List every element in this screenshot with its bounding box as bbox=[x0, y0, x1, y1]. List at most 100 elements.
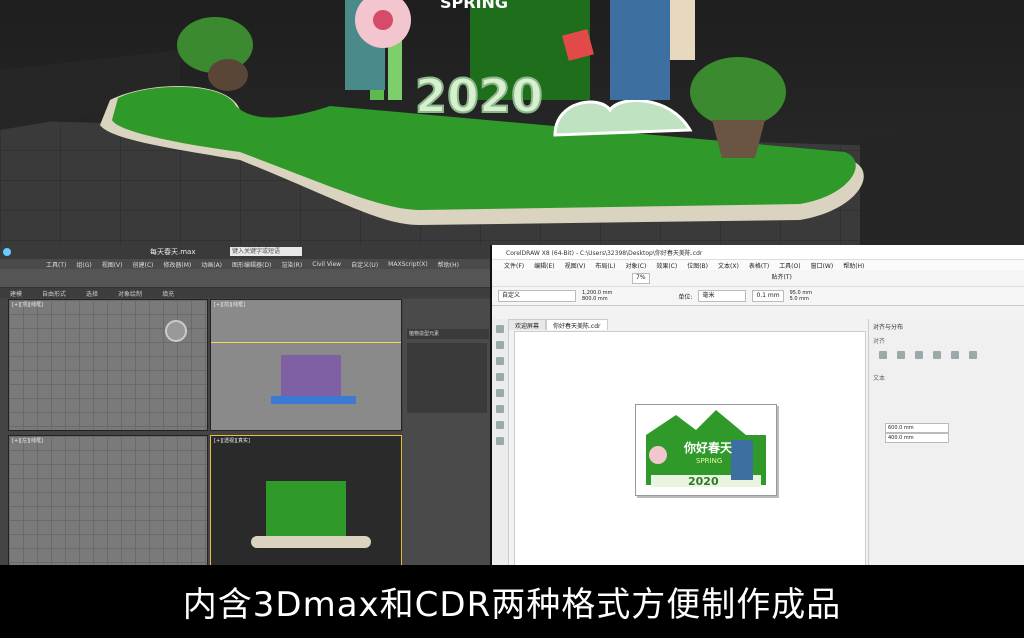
max-titlebar: 每天春天.max 键入关键字或短语 bbox=[0, 245, 490, 259]
max-modifier-list[interactable] bbox=[407, 343, 487, 413]
viewport-perspective[interactable]: [+][透视][真实] bbox=[210, 435, 402, 565]
cdr-position-x-field[interactable]: 600.0 mm bbox=[885, 423, 949, 433]
max-menu-customize[interactable]: 自定义(U) bbox=[351, 260, 378, 269]
cdr-titlebar: CorelDRAW X8 (64-Bit) - C:\Users\32398\D… bbox=[492, 245, 1024, 260]
max-menu-tools[interactable]: 工具(T) bbox=[46, 260, 66, 269]
max-menu-graph-editors[interactable]: 图形编辑器(D) bbox=[232, 260, 271, 269]
cdr-standard-toolbar: 7% 贴齐(T) bbox=[492, 270, 1024, 287]
cdr-menu-layout[interactable]: 布局(L) bbox=[595, 261, 615, 270]
cdr-property-bar: 自定义 1,200.0 mm 800.0 mm 单位: 毫米 0.1 mm 95… bbox=[492, 287, 1024, 306]
freehand-tool-icon[interactable] bbox=[496, 389, 504, 397]
cdr-menu-bitmaps[interactable]: 位图(B) bbox=[687, 261, 708, 270]
align-top-icon[interactable] bbox=[933, 351, 941, 359]
cdr-menu-object[interactable]: 对象(C) bbox=[625, 261, 646, 270]
cdr-docker-text-label: 文本 bbox=[873, 375, 886, 382]
cdr-toolbox bbox=[492, 319, 509, 565]
cdr-artwork[interactable]: 你好春天 SPRING 2020 bbox=[636, 405, 776, 495]
max-ribbon-object-paint[interactable]: 对象绘制 bbox=[118, 289, 142, 298]
cdr-units-label: 单位: bbox=[678, 293, 693, 301]
cdr-menu-text[interactable]: 文本(X) bbox=[718, 261, 739, 270]
text-tool-icon[interactable] bbox=[496, 437, 504, 445]
max-ribbon-modeling[interactable]: 建模 bbox=[10, 289, 22, 298]
tab-document[interactable]: 你好春天美陈.cdr bbox=[546, 319, 608, 330]
max-app-icon[interactable] bbox=[3, 248, 11, 256]
viewport-left-label[interactable]: [+][左][线框] bbox=[12, 437, 43, 444]
hero-year: 2020 bbox=[415, 69, 543, 123]
cdr-menu-effects[interactable]: 效果(C) bbox=[656, 261, 677, 270]
viewport-top-label[interactable]: [+][顶][线框] bbox=[12, 301, 43, 308]
cdr-page-preset-select[interactable]: 自定义 bbox=[498, 290, 576, 302]
align-right-icon[interactable] bbox=[915, 351, 923, 359]
cdr-menu-window[interactable]: 窗口(W) bbox=[811, 261, 834, 270]
max-object-name-field[interactable]: 植物造型元素 bbox=[407, 329, 489, 339]
viewport-front[interactable]: [+][前][线框] bbox=[210, 299, 402, 431]
cdr-nudge-field[interactable]: 0.1 mm bbox=[752, 290, 784, 302]
max-search-input[interactable]: 键入关键字或短语 bbox=[230, 247, 302, 256]
cdr-art-title: 你好春天 bbox=[683, 440, 733, 455]
cdr-menu-file[interactable]: 文件(F) bbox=[504, 261, 524, 270]
hero-render: 2020 SPRING bbox=[0, 0, 1024, 245]
cdr-menu-view[interactable]: 视图(V) bbox=[565, 261, 586, 270]
max-ribbon-selection[interactable]: 选择 bbox=[86, 289, 98, 298]
max-menu-maxscript[interactable]: MAXScript(X) bbox=[388, 261, 428, 268]
cdr-menubar: 文件(F) 编辑(E) 视图(V) 布局(L) 对象(C) 效果(C) 位图(B… bbox=[492, 260, 1024, 270]
max-main-toolbar[interactable] bbox=[0, 269, 490, 288]
cdr-drawing-canvas[interactable]: 你好春天 SPRING 2020 bbox=[514, 331, 866, 565]
max-menu-help[interactable]: 帮助(H) bbox=[438, 260, 459, 269]
max-menu-group[interactable]: 组(G) bbox=[76, 260, 91, 269]
cdr-align-buttons bbox=[869, 347, 1024, 363]
hero-sign-text: SPRING bbox=[440, 0, 508, 12]
pick-tool-icon[interactable] bbox=[496, 325, 504, 333]
viewport-top[interactable]: [+][顶][线框] bbox=[8, 299, 208, 431]
cdr-units-select[interactable]: 毫米 bbox=[698, 290, 747, 302]
align-bottom-icon[interactable] bbox=[969, 351, 977, 359]
cdr-zoom-select[interactable]: 7% bbox=[632, 273, 650, 284]
max-ribbon-freeform[interactable]: 自由形式 bbox=[42, 289, 66, 298]
ellipse-tool-icon[interactable] bbox=[496, 421, 504, 429]
max-menubar: 工具(T) 组(G) 视图(V) 创建(C) 修改器(M) 动画(A) 图形编辑… bbox=[0, 259, 490, 269]
align-middle-icon[interactable] bbox=[951, 351, 959, 359]
max-menu-create[interactable]: 创建(C) bbox=[133, 260, 154, 269]
zoom-tool-icon[interactable] bbox=[496, 373, 504, 381]
cdr-document-tabs: 欢迎屏幕 你好春天美陈.cdr bbox=[508, 319, 608, 330]
max-menu-modifiers[interactable]: 修改器(M) bbox=[163, 260, 191, 269]
cdr-menu-table[interactable]: 表格(T) bbox=[749, 261, 769, 270]
cdr-docker-panel: 对齐与分布 对齐 文本 600.0 mm 400.0 mm bbox=[868, 319, 1024, 565]
caption-banner: 内含3Dmax和CDR两种格式方便制作成品 bbox=[0, 565, 1024, 638]
cdr-menu-tools[interactable]: 工具(O) bbox=[779, 261, 800, 270]
crop-tool-icon[interactable] bbox=[496, 357, 504, 365]
cdr-page-height-field[interactable]: 800.0 mm bbox=[582, 296, 612, 302]
cdr-menu-edit[interactable]: 编辑(E) bbox=[534, 261, 554, 270]
max-menu-rendering[interactable]: 渲染(R) bbox=[281, 260, 302, 269]
max-menu-civil-view[interactable]: Civil View bbox=[312, 261, 341, 268]
caption-text: 内含3Dmax和CDR两种格式方便制作成品 bbox=[182, 585, 842, 625]
cdr-window: CorelDRAW X8 (64-Bit) - C:\Users\32398\D… bbox=[492, 245, 1024, 565]
cdr-art-sub: SPRING bbox=[696, 457, 722, 465]
cdr-dup-y-field[interactable]: 5.0 mm bbox=[790, 296, 812, 302]
cdr-window-title: CorelDRAW X8 (64-Bit) - C:\Users\32398\D… bbox=[506, 249, 703, 257]
max-command-panel: 植物造型元素 bbox=[403, 299, 490, 565]
cdr-page[interactable]: 你好春天 SPRING 2020 bbox=[635, 404, 777, 496]
cdr-docker-align-label: 对齐 bbox=[873, 338, 886, 345]
cdr-docker-title: 对齐与分布 bbox=[873, 324, 904, 331]
cdr-snap-button[interactable]: 贴齐(T) bbox=[771, 272, 791, 281]
cdr-position-y-field[interactable]: 400.0 mm bbox=[885, 433, 949, 443]
max-window-title: 每天春天.max bbox=[150, 248, 196, 256]
align-left-icon[interactable] bbox=[879, 351, 887, 359]
cdr-art-year: 2020 bbox=[688, 475, 719, 488]
max-menu-views[interactable]: 视图(V) bbox=[102, 260, 123, 269]
max-menu-animation[interactable]: 动画(A) bbox=[201, 260, 222, 269]
rectangle-tool-icon[interactable] bbox=[496, 405, 504, 413]
viewport-front-label[interactable]: [+][前][线框] bbox=[214, 301, 245, 308]
cdr-menu-help[interactable]: 帮助(H) bbox=[843, 261, 864, 270]
max-ribbon-populate[interactable]: 填充 bbox=[162, 289, 174, 298]
max-ribbon: 建模 自由形式 选择 对象绘制 填充 bbox=[0, 288, 490, 298]
software-screenshots: 每天春天.max 键入关键字或短语 工具(T) 组(G) 视图(V) 创建(C)… bbox=[0, 245, 1024, 565]
viewcube-icon[interactable] bbox=[165, 320, 187, 342]
align-center-icon[interactable] bbox=[897, 351, 905, 359]
max-window: 每天春天.max 键入关键字或短语 工具(T) 组(G) 视图(V) 创建(C)… bbox=[0, 245, 490, 565]
viewport-left[interactable]: [+][左][线框] bbox=[8, 435, 208, 565]
shape-tool-icon[interactable] bbox=[496, 341, 504, 349]
viewport-perspective-label[interactable]: [+][透视][真实] bbox=[214, 437, 250, 444]
tab-welcome-screen[interactable]: 欢迎屏幕 bbox=[508, 319, 547, 330]
